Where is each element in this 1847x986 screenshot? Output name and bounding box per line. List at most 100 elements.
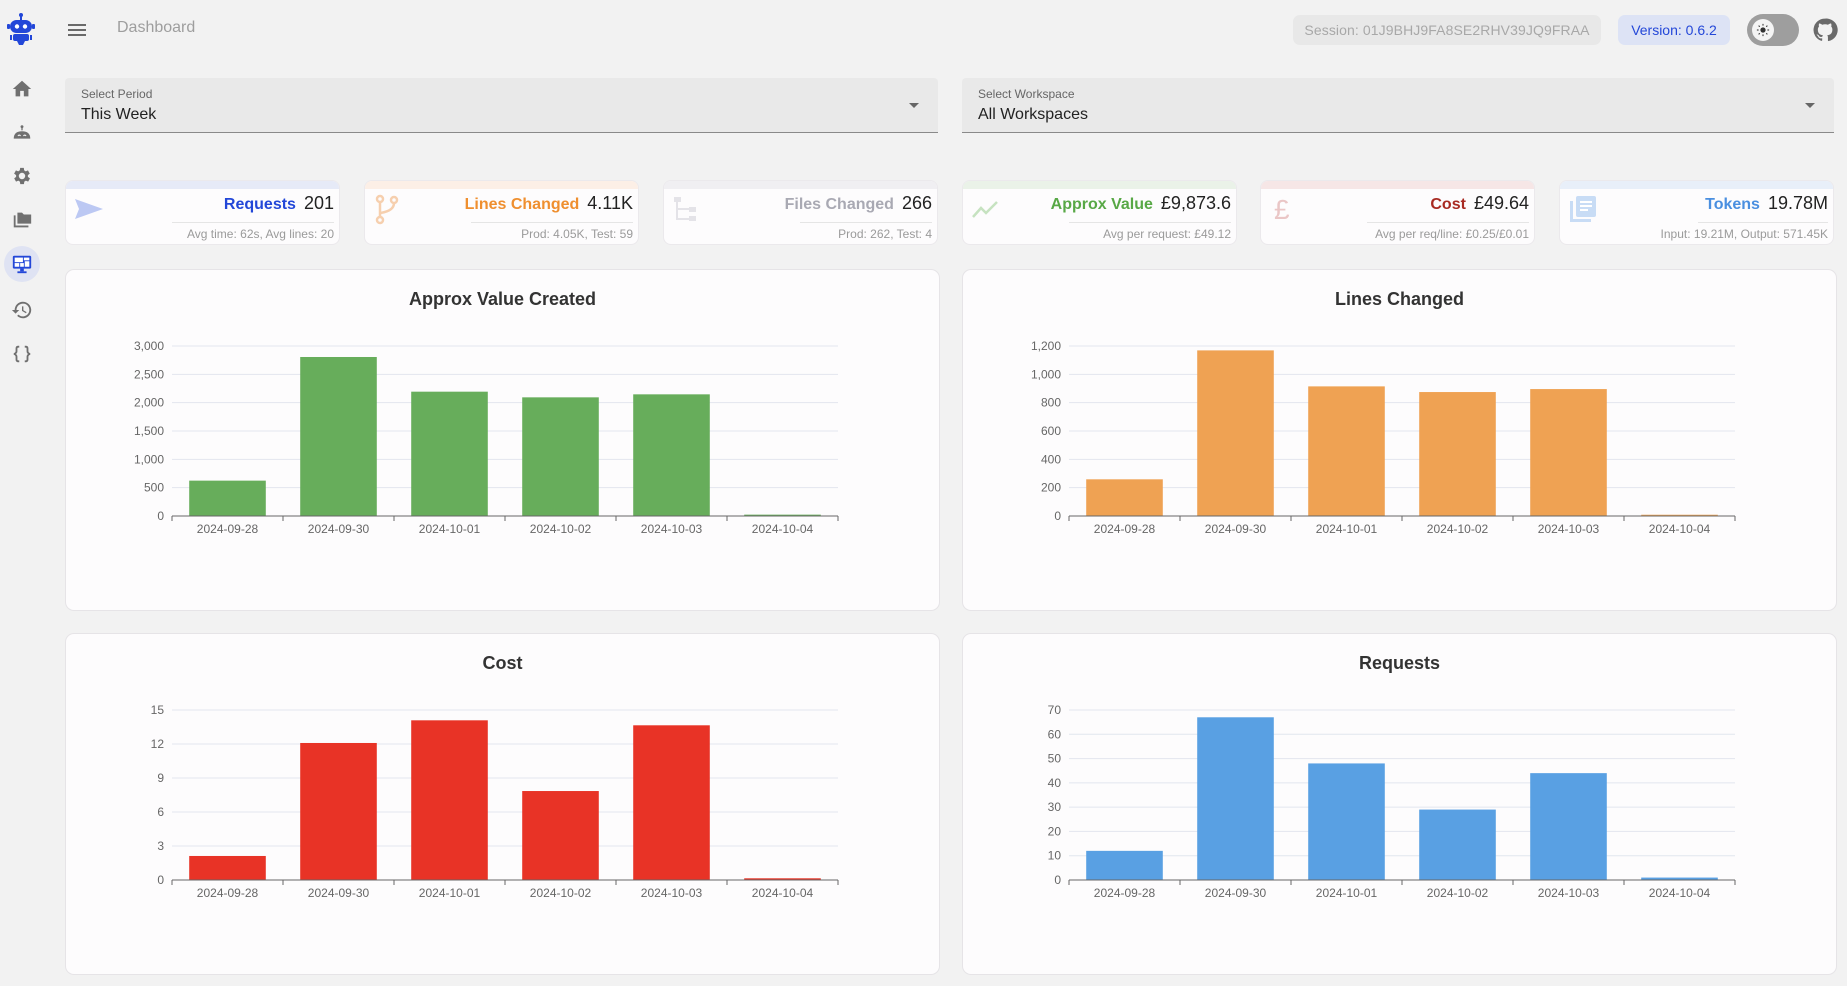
requests-bar-chart: 0 10 20 30 40 50 60 70 2024-09-28 2024-09-30 2024-… xyxy=(1048,703,1736,900)
documents-icon xyxy=(1567,193,1599,225)
bar-2024-10-01[interactable] xyxy=(411,720,488,880)
period-select-value: This Week xyxy=(81,106,157,123)
y-tick-label: 3,000 xyxy=(134,339,164,353)
hamburger-menu-icon xyxy=(68,24,86,36)
sidebar-item-home[interactable] xyxy=(4,71,40,107)
y-tick-label: 15 xyxy=(151,703,165,717)
bar-2024-10-03[interactable] xyxy=(633,725,710,880)
file-tree-icon xyxy=(671,193,703,225)
y-tick-label: 10 xyxy=(1048,849,1062,863)
x-tick-label: 2024-10-01 xyxy=(1316,886,1378,900)
stat-band xyxy=(66,181,339,189)
session-id-badge: Session: 01J9BHJ9FA8SE2RHV39JQ9FRAA xyxy=(1293,15,1601,45)
cost-bar-chart: 0 3 6 9 12 15 2024-09-28 2024-09-30 2024-10-01 20… xyxy=(151,703,839,900)
theme-toggle-knob xyxy=(1752,19,1774,41)
period-select-label: Select Period xyxy=(81,87,153,101)
period-select[interactable]: Select Period This Week xyxy=(65,78,938,133)
x-tick-label: 2024-10-04 xyxy=(752,886,814,900)
stat-title: Approx Value xyxy=(1050,196,1153,213)
y-tick-label: 500 xyxy=(144,481,164,495)
bar-2024-10-02[interactable] xyxy=(1419,809,1496,880)
bar-2024-10-02[interactable] xyxy=(522,791,599,880)
y-tick-label: 600 xyxy=(1041,424,1061,438)
sidebar-item-api[interactable] xyxy=(4,336,40,372)
y-tick-label: 3 xyxy=(157,839,164,853)
stat-card-approx-value: Approx Value £9,873.6 Avg per request: £4… xyxy=(963,181,1236,244)
stat-title: Cost xyxy=(1430,196,1466,213)
bar-2024-10-02[interactable] xyxy=(522,397,599,516)
y-tick-label: 6 xyxy=(157,805,164,819)
bar-2024-09-30[interactable] xyxy=(300,742,377,880)
bar-2024-09-28[interactable] xyxy=(1086,850,1163,880)
x-tick-label: 2024-10-03 xyxy=(641,886,703,900)
bar-2024-09-30[interactable] xyxy=(1197,350,1274,516)
code-braces-icon xyxy=(13,345,31,363)
bar-2024-10-01[interactable] xyxy=(1308,386,1385,516)
sun-icon xyxy=(1756,23,1770,37)
x-tick-label: 2024-09-30 xyxy=(308,522,370,536)
bar-2024-09-30[interactable] xyxy=(1197,717,1274,880)
chart-card-lines-changed: Lines Changed 0 200 400 600 800 1,000 1,200 202… xyxy=(963,270,1836,610)
divider xyxy=(1698,222,1828,223)
bar-2024-10-03[interactable] xyxy=(633,394,710,516)
workspace-select-value: All Workspaces xyxy=(978,106,1088,123)
stat-title: Lines Changed xyxy=(464,196,580,213)
sidebar xyxy=(0,0,42,986)
bar-2024-10-03[interactable] xyxy=(1530,773,1607,880)
bar-2024-10-03[interactable] xyxy=(1530,389,1607,516)
stat-title: Requests xyxy=(223,196,296,213)
divider xyxy=(1367,222,1529,223)
divider xyxy=(800,222,932,223)
lines-changed-bar-chart: 0 200 400 600 800 1,000 1,200 2024-09-28 2024-09… xyxy=(1031,339,1736,536)
stat-subtitle: Input: 19.21M, Output: 571.45K xyxy=(1660,227,1828,241)
x-tick-label: 2024-10-01 xyxy=(1316,522,1378,536)
y-tick-label: 400 xyxy=(1041,452,1061,466)
y-tick-label: 70 xyxy=(1048,703,1062,717)
version-badge: Version: 0.6.2 xyxy=(1618,15,1730,45)
trending-up-icon xyxy=(970,193,1002,225)
stat-card-files-changed: Files Changed 266 Prod: 262, Test: 4 xyxy=(664,181,937,244)
x-tick-label: 2024-10-04 xyxy=(752,522,814,536)
sidebar-item-workspaces[interactable] xyxy=(4,202,40,238)
chevron-down-icon xyxy=(1805,103,1815,108)
bar-2024-09-28[interactable] xyxy=(189,480,266,516)
divider xyxy=(471,222,633,223)
x-tick-label: 2024-10-02 xyxy=(530,522,592,536)
github-link[interactable] xyxy=(1812,17,1838,43)
y-tick-label: 800 xyxy=(1041,396,1061,410)
chart-card-approx-value: Approx Value Created 0 500 1,000 1,500 2,000… xyxy=(66,270,939,610)
theme-toggle-switch[interactable] xyxy=(1747,14,1799,46)
x-tick-label: 2024-10-02 xyxy=(530,886,592,900)
stat-card-requests: Requests 201 Avg time: 62s, Avg lines: 20 xyxy=(66,181,339,244)
robot-logo-icon[interactable] xyxy=(6,13,36,47)
x-tick-label: 2024-09-30 xyxy=(1205,886,1267,900)
stat-value: 4.11K xyxy=(587,193,633,213)
stat-subtitle: Prod: 4.05K, Test: 59 xyxy=(521,227,633,241)
menu-toggle-button[interactable] xyxy=(64,18,90,42)
bar-2024-10-01[interactable] xyxy=(411,391,488,516)
divider xyxy=(1069,222,1231,223)
sidebar-item-dashboard[interactable] xyxy=(4,246,40,282)
bar-2024-09-28[interactable] xyxy=(1086,479,1163,516)
workspace-select[interactable]: Select Workspace All Workspaces xyxy=(962,78,1834,133)
sidebar-item-history[interactable] xyxy=(4,292,40,328)
bar-2024-09-28[interactable] xyxy=(189,855,266,880)
chart-card-cost: Cost 0 3 6 9 12 15 2024-09-28 2024-09-30 2024-10… xyxy=(66,634,939,974)
stat-subtitle: Avg time: 62s, Avg lines: 20 xyxy=(187,227,334,241)
sidebar-item-agents[interactable] xyxy=(4,116,40,152)
x-tick-label: 2024-09-30 xyxy=(308,886,370,900)
page-title: Dashboard xyxy=(117,19,196,36)
folders-icon xyxy=(13,212,32,228)
stat-subtitle: Prod: 262, Test: 4 xyxy=(838,227,932,241)
x-tick-label: 2024-09-28 xyxy=(197,886,259,900)
x-tick-label: 2024-10-01 xyxy=(419,522,481,536)
y-tick-label: 1,200 xyxy=(1031,339,1061,353)
bar-2024-10-01[interactable] xyxy=(1308,763,1385,880)
bar-2024-09-30[interactable] xyxy=(300,356,377,516)
x-tick-label: 2024-10-02 xyxy=(1427,886,1489,900)
sidebar-item-settings[interactable] xyxy=(4,158,40,194)
bar-2024-10-02[interactable] xyxy=(1419,392,1496,516)
stat-title: Tokens xyxy=(1705,196,1760,213)
approx-value-bar-chart: 0 500 1,000 1,500 2,000 2,500 3,000 2024-09-28 2… xyxy=(134,339,839,536)
pound-icon: £ xyxy=(1268,193,1300,225)
